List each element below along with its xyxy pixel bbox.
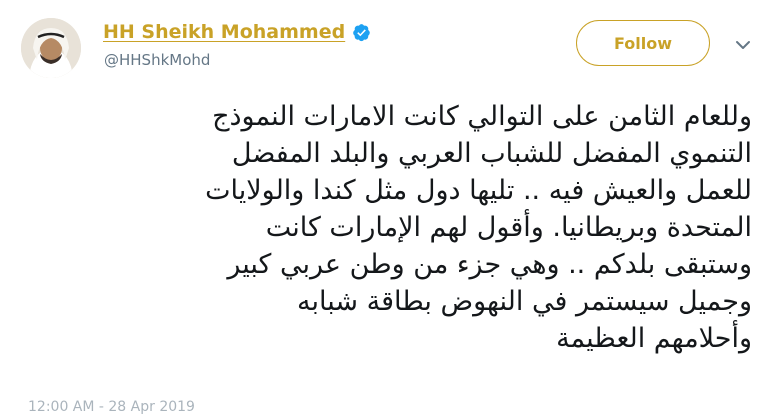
avatar-image: [21, 18, 81, 78]
follow-button[interactable]: Follow: [576, 20, 710, 66]
verified-badge-icon: [353, 23, 371, 41]
tweet-timestamp[interactable]: 12:00 AM - 28 Apr 2019: [28, 399, 195, 415]
author-handle[interactable]: @HHShkMohd: [104, 51, 210, 69]
tweet-text: وللعام الثامن على التوالي كانت الامارات …: [205, 101, 752, 354]
author-name-row: HH Sheikh Mohammed: [103, 20, 371, 44]
avatar[interactable]: [21, 18, 81, 78]
chevron-down-icon[interactable]: [734, 38, 752, 52]
author-display-name[interactable]: HH Sheikh Mohammed: [103, 21, 345, 43]
